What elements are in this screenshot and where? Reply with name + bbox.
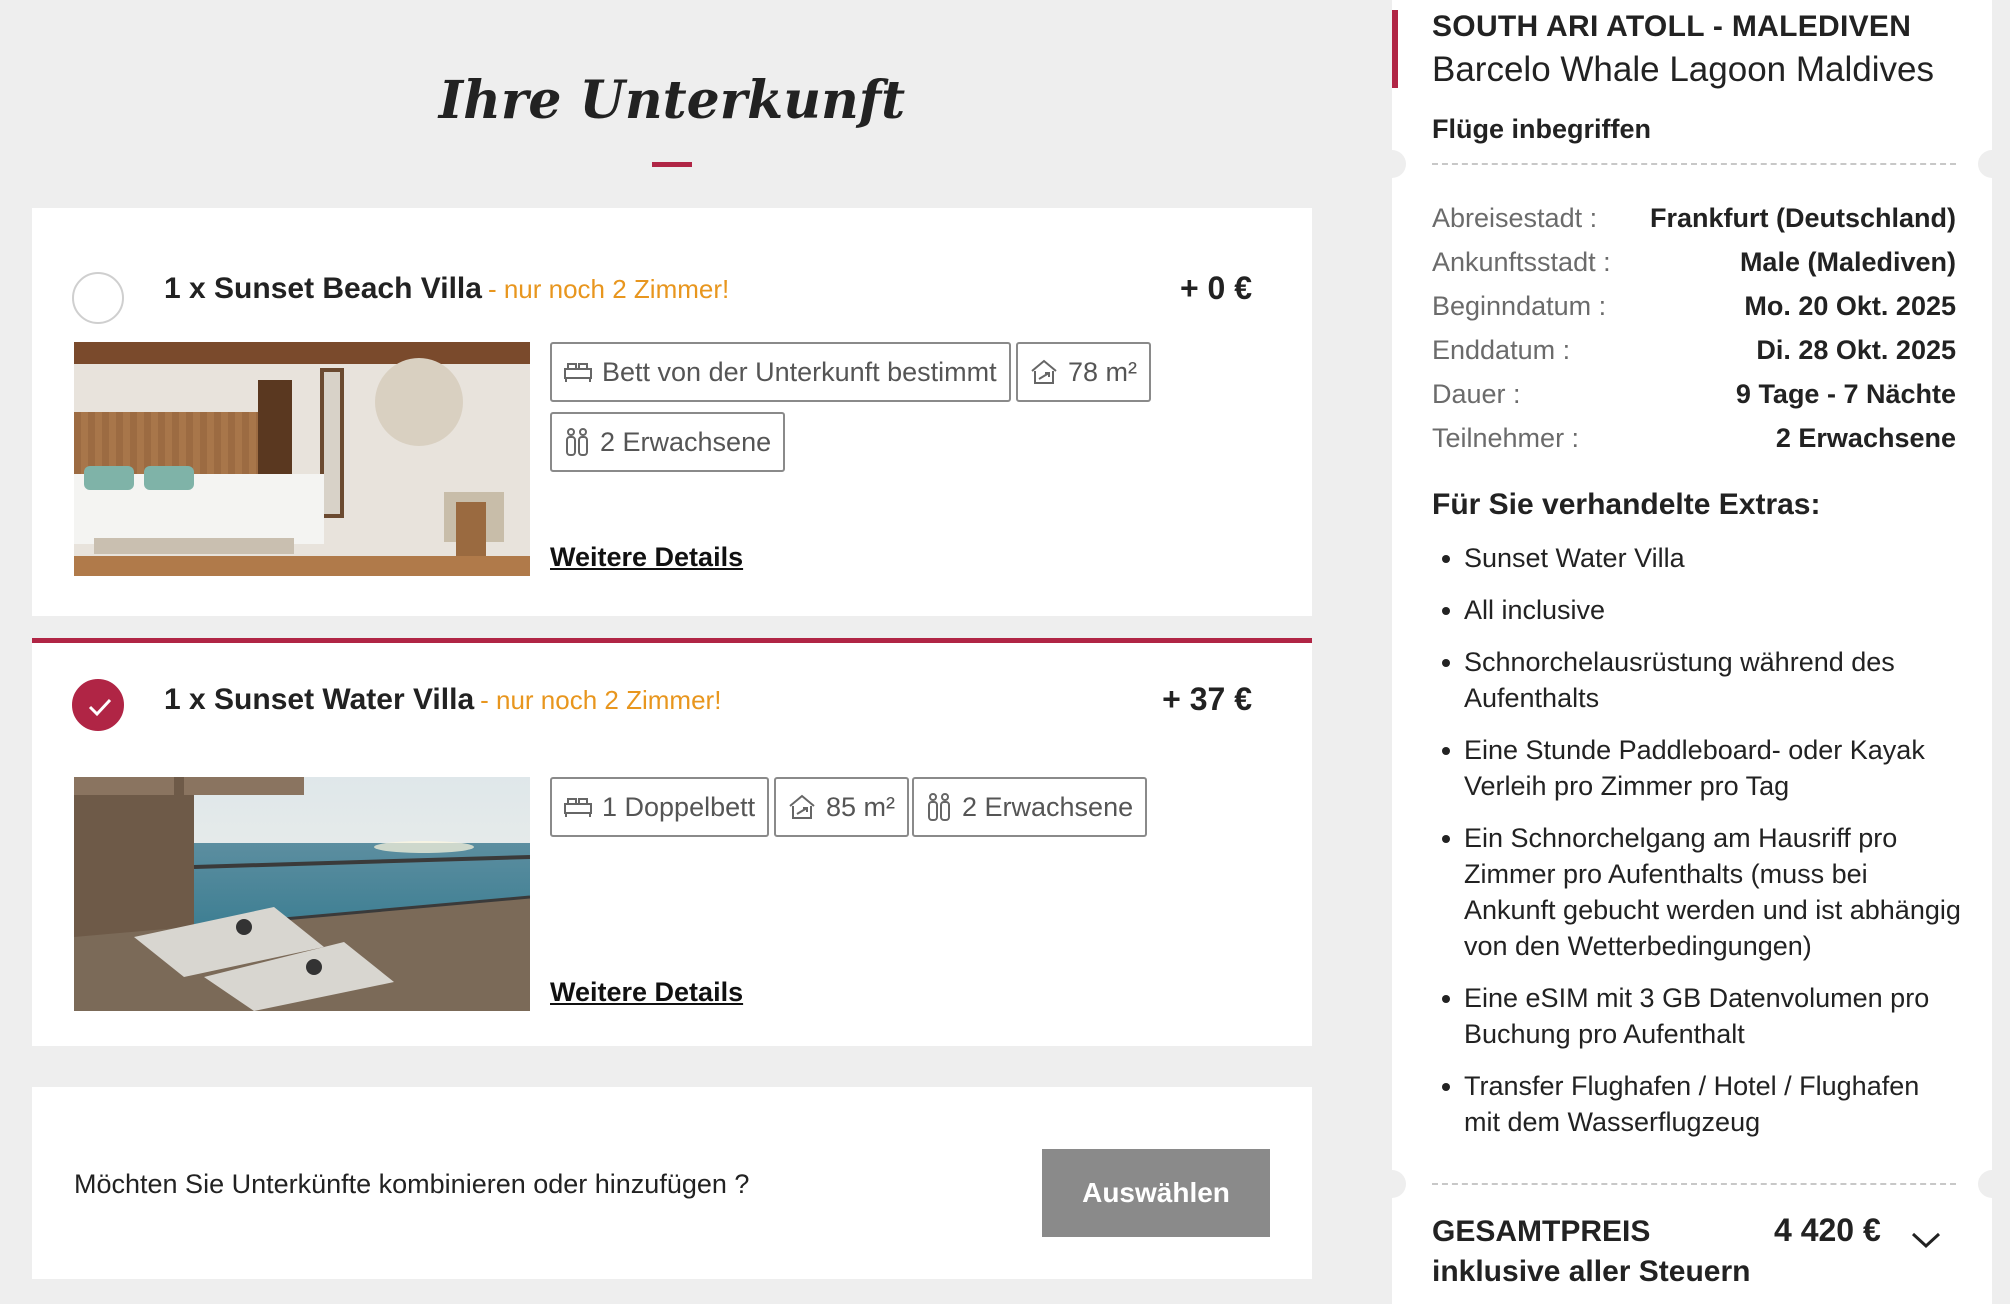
chip-label: Bett von der Unterkunft bestimmt	[602, 356, 997, 387]
select-button[interactable]: Auswählen	[1042, 1149, 1270, 1237]
room-card-water-villa[interactable]: 1 x Sunset Water Villa - nur noch 2 Zimme…	[32, 638, 1312, 1046]
info-row-start-date: Beginndatum : Mo. 20 Okt. 2025	[1432, 291, 1956, 322]
divider	[1432, 163, 1956, 165]
availability-note: - nur noch 2 Zimmer!	[487, 274, 730, 304]
chip-label: 2 Erwachsene	[962, 791, 1134, 822]
room-size-chip: 85 m²	[774, 777, 910, 837]
divider	[1432, 1183, 1956, 1185]
room-photo-beach-villa[interactable]	[74, 342, 530, 576]
extras-item: All inclusive	[1432, 592, 1962, 628]
hotel-name: Barcelo Whale Lagoon Maldives	[1432, 50, 1934, 89]
details-link[interactable]: Weitere Details	[550, 542, 743, 573]
info-value: 9 Tage - 7 Nächte	[1735, 379, 1956, 409]
info-row-arrival: Ankunftsstadt : Male (Malediven)	[1432, 247, 1956, 278]
combine-question: Möchten Sie Unterkünfte kombinieren oder…	[74, 1169, 750, 1199]
extras-item: Schnorchelausrüstung während des Aufenth…	[1432, 644, 1962, 716]
bed-icon	[564, 363, 592, 382]
extras-item: Transfer Flughafen / Hotel / Flughafen m…	[1432, 1068, 1962, 1140]
extras-title: Für Sie verhandelte Extras:	[1432, 488, 1821, 521]
availability-note: - nur noch 2 Zimmer!	[480, 685, 722, 715]
flights-included: Flüge inbegriffen	[1432, 114, 1651, 144]
destination-title: SOUTH ARI ATOLL - MALEDIVEN	[1432, 10, 1912, 43]
people-icon	[566, 428, 588, 456]
room-card-beach-villa[interactable]: 1 x Sunset Beach Villa - nur noch 2 Zimme…	[32, 208, 1312, 616]
info-label: Ankunftsstadt :	[1432, 247, 1611, 277]
people-icon	[928, 793, 950, 821]
ticket-notch-left	[1378, 1170, 1406, 1198]
area-icon	[1031, 359, 1057, 384]
area-icon	[789, 794, 815, 819]
room-name-text: 1 x Sunset Beach Villa	[164, 272, 482, 305]
bed-type-chip: Bett von der Unterkunft bestimmt	[550, 342, 1011, 402]
room-radio-selected[interactable]	[72, 679, 124, 731]
info-value: Male (Malediven)	[1739, 247, 1956, 277]
combine-accommodations-card: Möchten Sie Unterkünfte kombinieren oder…	[32, 1087, 1312, 1279]
room-price: + 0 €	[1179, 270, 1252, 306]
chip-label: 1 Doppelbett	[602, 791, 756, 822]
extras-list: Sunset Water Villa All inclusive Schnorc…	[1432, 540, 1962, 1156]
room-size-chip: 78 m²	[1016, 342, 1152, 402]
details-link[interactable]: Weitere Details	[550, 977, 743, 1008]
room-name: 1 x Sunset Water Villa - nur noch 2 Zimme…	[164, 683, 721, 717]
chip-label: 2 Erwachsene	[600, 426, 772, 457]
room-price: + 37 €	[1162, 681, 1252, 717]
info-label: Abreisestadt :	[1432, 203, 1598, 233]
bed-type-chip: 1 Doppelbett	[550, 777, 770, 837]
info-label: Teilnehmer :	[1432, 423, 1580, 453]
booking-summary-panel: SOUTH ARI ATOLL - MALEDIVEN Barcelo Whal…	[1378, 0, 2006, 1304]
guests-chip: 2 Erwachsene	[550, 412, 786, 472]
chip-label: 85 m²	[826, 791, 896, 822]
ticket-notch-right	[1978, 1170, 2006, 1198]
title-underline	[652, 162, 692, 167]
extras-item: Sunset Water Villa	[1432, 540, 1962, 576]
page-title: Ihre Unterkunft	[438, 70, 906, 131]
extras-item: Eine eSIM mit 3 GB Datenvolumen pro Buch…	[1432, 980, 1962, 1052]
info-label: Dauer :	[1432, 379, 1521, 409]
ticket-notch-left	[1378, 150, 1406, 178]
room-photo-water-villa[interactable]	[74, 777, 530, 1011]
info-row-duration: Dauer : 9 Tage - 7 Nächte	[1432, 379, 1956, 410]
info-row-end-date: Enddatum : Di. 28 Okt. 2025	[1432, 335, 1956, 366]
info-row-participants: Teilnehmer : 2 Erwachsene	[1432, 423, 1956, 454]
info-value: Mo. 20 Okt. 2025	[1744, 291, 1956, 321]
info-value: Frankfurt (Deutschland)	[1649, 203, 1956, 233]
info-label: Enddatum :	[1432, 335, 1571, 365]
bed-icon	[564, 798, 592, 817]
chevron-down-icon[interactable]	[1910, 1230, 1942, 1250]
info-value: Di. 28 Okt. 2025	[1756, 335, 1956, 365]
info-row-departure: Abreisestadt : Frankfurt (Deutschland)	[1432, 203, 1956, 234]
room-name-text: 1 x Sunset Water Villa	[164, 683, 475, 716]
guests-chip: 2 Erwachsene	[912, 777, 1148, 837]
room-radio-unselected[interactable]	[72, 272, 124, 324]
accent-bar	[1392, 10, 1398, 88]
extras-item: Eine Stunde Paddleboard- oder Kayak Verl…	[1432, 732, 1962, 804]
total-price-label: GESAMTPREIS inklusive aller Steuern	[1432, 1215, 1751, 1288]
check-icon	[88, 698, 112, 717]
chip-label: 78 m²	[1068, 356, 1138, 387]
ticket-notch-right	[1978, 150, 2006, 178]
info-value: 2 Erwachsene	[1775, 423, 1956, 453]
info-label: Beginndatum :	[1432, 291, 1607, 321]
extras-item: Ein Schnorchelgang am Hausriff pro Zimme…	[1432, 820, 1962, 964]
room-name: 1 x Sunset Beach Villa - nur noch 2 Zimme…	[164, 272, 729, 306]
total-price-value: 4 420 €	[1774, 1212, 1881, 1248]
